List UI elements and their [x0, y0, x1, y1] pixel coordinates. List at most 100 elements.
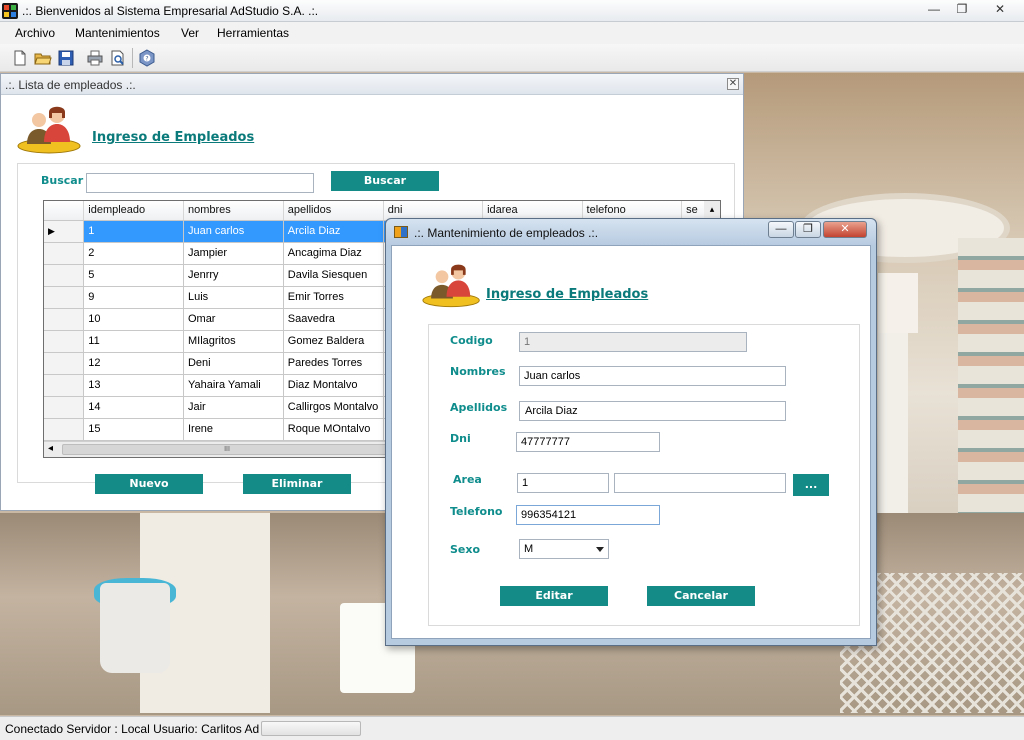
- table-cell[interactable]: 2: [83, 242, 184, 265]
- search-input[interactable]: [86, 173, 314, 193]
- column-header[interactable]: idempleado: [83, 201, 184, 221]
- table-cell[interactable]: Arcila Diaz: [283, 220, 384, 243]
- svg-text:?: ?: [145, 56, 148, 63]
- area-id-field[interactable]: 1: [517, 473, 609, 493]
- telefono-label: Telefono: [450, 505, 503, 518]
- telefono-field[interactable]: 996354121: [516, 505, 660, 525]
- toolbar: ?: [0, 44, 1024, 72]
- table-cell[interactable]: 1: [83, 220, 184, 243]
- table-cell[interactable]: Jair: [183, 396, 284, 419]
- row-header[interactable]: [44, 264, 85, 287]
- menu-ver[interactable]: Ver: [181, 26, 199, 40]
- window-title: .:. Bienvenidos al Sistema Empresarial A…: [22, 4, 319, 18]
- row-header[interactable]: [44, 242, 85, 265]
- delete-button[interactable]: Eliminar: [243, 474, 351, 494]
- status-bar: Conectado Servidor : Local Usuario: Carl…: [0, 716, 1024, 740]
- table-cell[interactable]: Roque MOntalvo: [283, 418, 384, 441]
- area-name-field[interactable]: [614, 473, 786, 493]
- sexo-label: Sexo: [450, 543, 481, 556]
- row-header[interactable]: [44, 330, 85, 353]
- row-header[interactable]: [44, 374, 85, 397]
- print-preview-icon[interactable]: [109, 49, 127, 67]
- search-label: Buscar: [41, 174, 84, 187]
- sexo-select[interactable]: M: [519, 539, 609, 559]
- table-cell[interactable]: Deni: [183, 352, 284, 375]
- edit-button[interactable]: Editar: [500, 586, 608, 606]
- menu-herramientas[interactable]: Herramientas: [217, 26, 289, 40]
- column-header[interactable]: nombres: [183, 201, 284, 221]
- table-cell[interactable]: Yahaira Yamali: [183, 374, 284, 397]
- table-cell[interactable]: MIlagritos: [183, 330, 284, 353]
- vertical-scrollbar[interactable]: ▴: [704, 201, 720, 219]
- employees-icon: [17, 102, 83, 154]
- chevron-down-icon: [596, 547, 604, 552]
- save-icon[interactable]: [57, 49, 75, 67]
- area-browse-button[interactable]: ...: [793, 474, 829, 496]
- employee-list-title: .:. Lista de empleados .:.: [5, 78, 136, 92]
- dni-field[interactable]: 47777777: [516, 432, 660, 452]
- dialog-close-button[interactable]: ✕: [823, 221, 867, 238]
- table-cell[interactable]: 10: [83, 308, 184, 331]
- menu-bar: Archivo Mantenimientos Ver Herramientas: [0, 22, 1024, 44]
- apellidos-field[interactable]: Arcila Diaz: [519, 401, 786, 421]
- close-button[interactable]: ✕: [980, 1, 1020, 19]
- row-header[interactable]: [44, 396, 85, 419]
- dialog-heading[interactable]: Ingreso de Empleados: [486, 287, 648, 302]
- table-cell[interactable]: Irene: [183, 418, 284, 441]
- dialog-caption: .:. Mantenimiento de empleados .:. — ❐ ✕: [386, 219, 876, 245]
- table-cell[interactable]: Emir Torres: [283, 286, 384, 309]
- table-cell[interactable]: Diaz Montalvo: [283, 374, 384, 397]
- scroll-thumb[interactable]: III: [62, 444, 392, 455]
- codigo-label: Codigo: [450, 334, 493, 347]
- table-cell[interactable]: 15: [83, 418, 184, 441]
- row-header[interactable]: [44, 308, 85, 331]
- table-cell[interactable]: 14: [83, 396, 184, 419]
- table-cell[interactable]: Luis: [183, 286, 284, 309]
- scroll-left-arrow[interactable]: ◂: [48, 443, 53, 454]
- toolbar-separator: [132, 48, 133, 68]
- employee-list-close-button[interactable]: ✕: [727, 78, 739, 90]
- help-icon[interactable]: ?: [138, 49, 156, 67]
- table-cell[interactable]: Saavedra: [283, 308, 384, 331]
- row-header-corner: [44, 201, 85, 221]
- nombres-label: Nombres: [450, 365, 506, 378]
- table-cell[interactable]: Jampier: [183, 242, 284, 265]
- table-cell[interactable]: Paredes Torres: [283, 352, 384, 375]
- row-header[interactable]: ▶: [44, 220, 85, 243]
- dialog-maximize-button[interactable]: ❐: [795, 221, 821, 238]
- open-folder-icon[interactable]: [34, 49, 52, 67]
- table-cell[interactable]: Omar: [183, 308, 284, 331]
- table-cell[interactable]: Gomez Baldera: [283, 330, 384, 353]
- table-cell[interactable]: 11: [83, 330, 184, 353]
- row-header[interactable]: [44, 352, 85, 375]
- dialog-minimize-button[interactable]: —: [768, 221, 794, 238]
- employees-icon: [422, 260, 488, 312]
- table-cell[interactable]: 9: [83, 286, 184, 309]
- search-button[interactable]: Buscar: [331, 171, 439, 191]
- codigo-field[interactable]: 1: [519, 332, 747, 352]
- row-header[interactable]: [44, 286, 85, 309]
- table-cell[interactable]: 13: [83, 374, 184, 397]
- apellidos-label: Apellidos: [450, 401, 508, 414]
- table-cell[interactable]: Callirgos Montalvo: [283, 396, 384, 419]
- table-cell[interactable]: 5: [83, 264, 184, 287]
- table-cell[interactable]: Juan carlos: [183, 220, 284, 243]
- maximize-button[interactable]: ❐: [946, 1, 978, 19]
- table-cell[interactable]: Davila Siesquen: [283, 264, 384, 287]
- menu-archivo[interactable]: Archivo: [15, 26, 55, 40]
- new-document-icon[interactable]: [11, 49, 29, 67]
- dialog-body: Ingreso de Empleados Codigo 1 Nombres Ju…: [391, 245, 871, 639]
- table-cell[interactable]: Ancagima Diaz: [283, 242, 384, 265]
- column-header[interactable]: apellidos: [283, 201, 384, 221]
- table-cell[interactable]: 12: [83, 352, 184, 375]
- app-icon: [2, 3, 18, 19]
- employee-list-heading[interactable]: Ingreso de Empleados: [92, 130, 254, 145]
- print-icon[interactable]: [86, 49, 104, 67]
- row-header[interactable]: [44, 418, 85, 441]
- nombres-field[interactable]: Juan carlos: [519, 366, 786, 386]
- employee-maintenance-dialog: .:. Mantenimiento de empleados .:. — ❐ ✕…: [385, 218, 877, 646]
- new-button[interactable]: Nuevo: [95, 474, 203, 494]
- menu-mantenimientos[interactable]: Mantenimientos: [75, 26, 160, 40]
- table-cell[interactable]: Jenrry: [183, 264, 284, 287]
- cancel-button[interactable]: Cancelar: [647, 586, 755, 606]
